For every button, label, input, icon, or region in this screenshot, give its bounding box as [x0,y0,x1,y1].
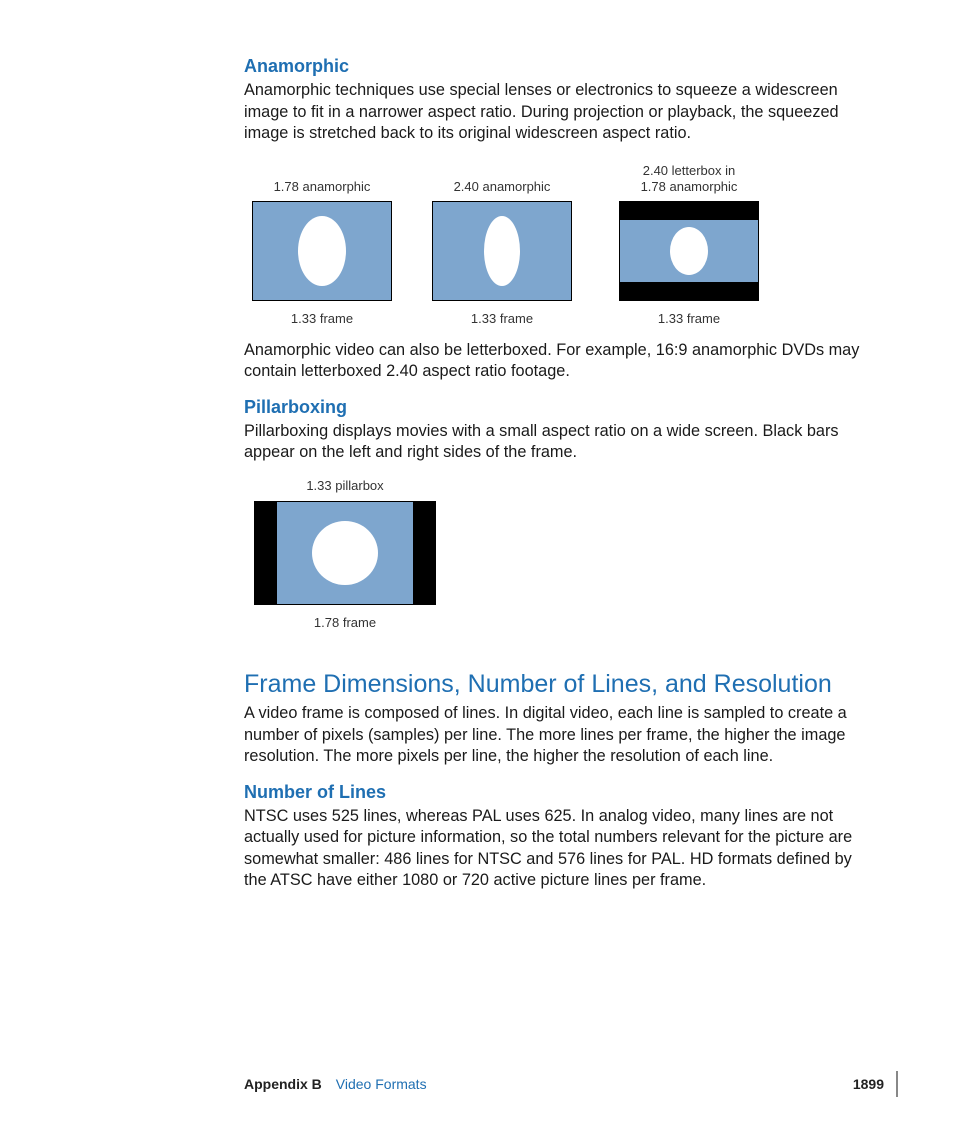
heading-anamorphic: Anamorphic [244,56,866,77]
aspect-frame-icon [252,201,392,301]
figure-label-bottom: 1.33 frame [471,311,533,326]
pillarbox-bar-left-icon [255,502,277,604]
figure-label-bottom: 1.33 frame [658,311,720,326]
paragraph-anamorphic-2: Anamorphic video can also be letterboxed… [244,340,866,383]
figure-row-anamorphic: 1.78 anamorphic 1.33 frame 2.40 anamorph… [244,159,866,326]
figure-label-top: 1.78 anamorphic [244,159,400,195]
aspect-frame-icon [432,201,572,301]
figure-label-bottom: 1.78 frame [314,615,376,630]
figure-anamorphic-letterbox: 2.40 letterbox in 1.78 anamorphic 1.33 f… [604,159,774,326]
heading-frame-dimensions: Frame Dimensions, Number of Lines, and R… [244,670,866,699]
page-content: Anamorphic Anamorphic techniques use spe… [0,0,954,892]
figure-label-top: 2.40 letterbox in 1.78 anamorphic [604,159,774,195]
figure-pillarbox: 1.33 pillarbox 1.78 frame [250,478,440,631]
ellipse-icon [298,216,346,286]
pillarbox-bar-right-icon [413,502,435,604]
ellipse-icon [484,216,520,286]
letterbox-bar-top-icon [620,202,758,220]
paragraph-frame-dims-1: A video frame is composed of lines. In d… [244,703,866,768]
ellipse-icon [312,521,378,585]
figure-anamorphic-240: 2.40 anamorphic 1.33 frame [424,159,580,326]
paragraph-pillarboxing-1: Pillarboxing displays movies with a smal… [244,421,866,464]
footer-appendix: Appendix B [244,1076,322,1092]
figure-label-top: 1.33 pillarbox [250,478,440,494]
figure-anamorphic-178: 1.78 anamorphic 1.33 frame [244,159,400,326]
aspect-frame-icon [619,201,759,301]
figure-label-top: 2.40 anamorphic [424,159,580,195]
page-footer: Appendix B Video Formats 1899 [244,1071,898,1097]
footer-page-number: 1899 [853,1076,884,1092]
footer-chapter-title: Video Formats [336,1076,841,1092]
heading-number-of-lines: Number of Lines [244,782,866,803]
heading-pillarboxing: Pillarboxing [244,397,866,418]
paragraph-anamorphic-1: Anamorphic techniques use special lenses… [244,80,866,145]
ellipse-icon [670,227,708,275]
aspect-frame-icon [254,501,436,605]
letterbox-bar-bottom-icon [620,282,758,300]
paragraph-num-lines-1: NTSC uses 525 lines, whereas PAL uses 62… [244,806,866,892]
figure-label-bottom: 1.33 frame [291,311,353,326]
